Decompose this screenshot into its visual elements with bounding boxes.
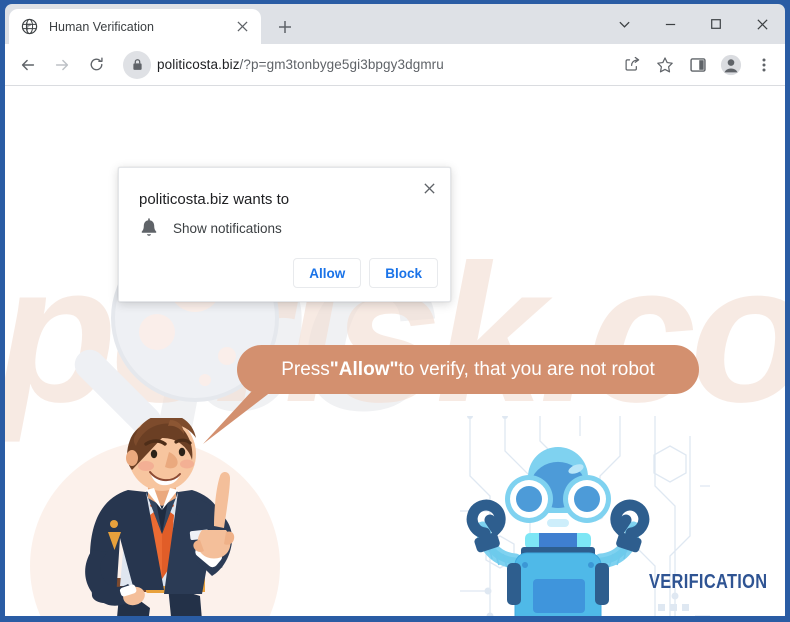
browser-toolbar: politicosta.biz/?p=gm3tonbyge5gi3bpgy3dg… xyxy=(5,44,785,86)
tab-close-icon[interactable] xyxy=(231,16,253,38)
block-button[interactable]: Block xyxy=(369,258,438,288)
speech-bubble-suffix: to verify, that you are not robot xyxy=(398,358,655,380)
toolbar-actions xyxy=(614,50,779,80)
speech-bubble: Press "Allow" to verify, that you are no… xyxy=(237,345,699,394)
reload-button[interactable] xyxy=(81,50,111,80)
url-host: politicosta.biz xyxy=(157,57,240,72)
close-window-button[interactable] xyxy=(739,4,785,44)
notification-permission-row: Show notifications xyxy=(139,218,282,238)
profile-avatar-icon[interactable] xyxy=(716,50,746,80)
tab-strip: Human Verification xyxy=(5,4,785,44)
url-path: /?p=gm3tonbyge5gi3bpgy3dgmru xyxy=(239,57,444,72)
tab-search-button[interactable] xyxy=(601,4,647,44)
share-icon[interactable] xyxy=(617,50,647,80)
window-controls xyxy=(601,4,785,44)
allow-button[interactable]: Allow xyxy=(293,258,362,288)
more-menu-icon[interactable] xyxy=(749,50,779,80)
forward-button[interactable] xyxy=(47,50,77,80)
side-panel-icon[interactable] xyxy=(683,50,713,80)
lock-icon[interactable] xyxy=(123,50,151,79)
robot-illustration xyxy=(466,447,650,616)
minimize-button[interactable] xyxy=(647,4,693,44)
notification-dialog-buttons: Allow Block xyxy=(293,258,438,288)
back-button[interactable] xyxy=(13,50,43,80)
notification-permission-label: Show notifications xyxy=(173,220,282,236)
maximize-button[interactable] xyxy=(693,4,739,44)
verification-label: VERIFICATION xyxy=(648,571,767,593)
address-bar[interactable]: politicosta.biz/?p=gm3tonbyge5gi3bpgy3dg… xyxy=(121,49,608,80)
browser-window: Human Verification politicosta.biz/?p=gm… xyxy=(0,0,790,622)
page-viewport: pc pcrisk.com xyxy=(5,86,785,616)
tab-title: Human Verification xyxy=(49,19,154,34)
businessman-illustration xyxy=(85,418,235,616)
notification-dialog-close-icon[interactable] xyxy=(416,175,442,201)
notification-dialog-title: politicosta.biz wants to xyxy=(139,191,290,208)
bookmark-star-icon[interactable] xyxy=(650,50,680,80)
browser-tab[interactable]: Human Verification xyxy=(9,9,261,44)
globe-icon xyxy=(21,18,38,35)
speech-bubble-prefix: Press xyxy=(281,358,330,380)
url-text: politicosta.biz/?p=gm3tonbyge5gi3bpgy3dg… xyxy=(157,57,444,72)
speech-bubble-emphasis: "Allow" xyxy=(329,358,399,380)
notification-permission-dialog: politicosta.biz wants to Show notificati… xyxy=(118,167,451,302)
bell-icon xyxy=(141,218,157,236)
new-tab-button[interactable] xyxy=(271,13,299,41)
